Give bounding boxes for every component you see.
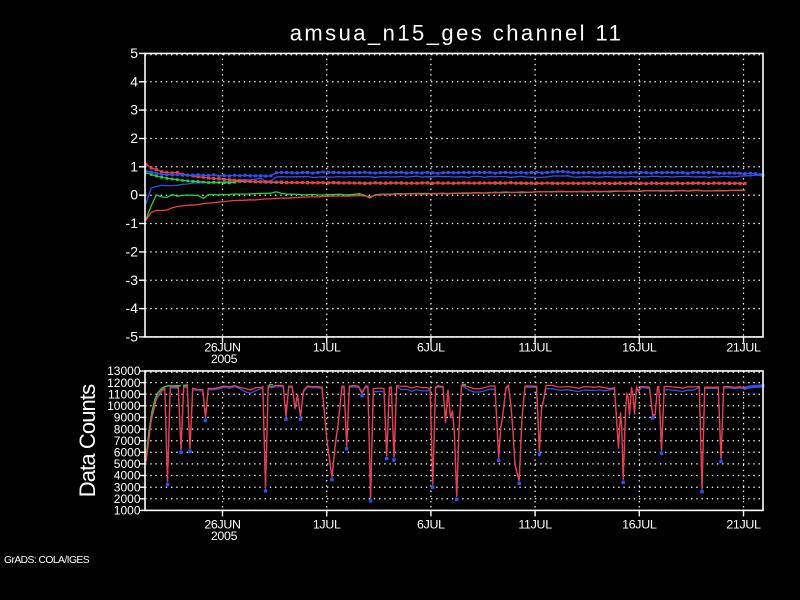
svg-text:13000: 13000 [107,364,141,378]
svg-text:2: 2 [130,130,138,146]
svg-text:16JUL: 16JUL [622,340,657,354]
svg-text:0: 0 [130,187,138,203]
svg-text:3: 3 [130,102,138,118]
svg-text:11JUL: 11JUL [518,517,552,531]
svg-text:1JUL: 1JUL [313,517,341,531]
svg-text:-4: -4 [126,300,139,316]
svg-text:1JUL: 1JUL [313,340,341,354]
svg-text:16JUL: 16JUL [622,517,657,531]
svg-text:Data Counts: Data Counts [75,384,100,497]
svg-text:amsua_n15_ges channel 11: amsua_n15_ges channel 11 [290,21,624,46]
svg-text:-3: -3 [126,272,139,288]
svg-text:11JUL: 11JUL [518,340,552,354]
svg-text:-2: -2 [126,243,139,259]
svg-text:2005: 2005 [211,352,238,366]
svg-text:5: 5 [130,45,138,61]
svg-text:-1: -1 [126,215,139,231]
svg-text:-5: -5 [126,328,139,344]
svg-text:2005: 2005 [211,529,238,543]
svg-text:4: 4 [130,73,138,89]
svg-text:6JUL: 6JUL [417,517,445,531]
svg-text:21JUL: 21JUL [726,517,761,531]
svg-text:21JUL: 21JUL [726,340,761,354]
svg-text:GrADS: COLA/IGES: GrADS: COLA/IGES [4,555,90,566]
svg-text:1: 1 [130,158,138,174]
svg-text:6JUL: 6JUL [417,340,445,354]
